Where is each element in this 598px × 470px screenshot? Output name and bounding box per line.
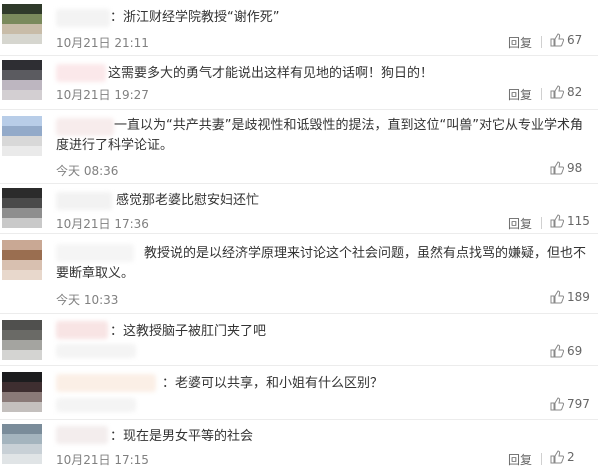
- username-blurred: [56, 321, 108, 339]
- like-count: 189: [567, 290, 590, 304]
- like-count: 82: [567, 85, 583, 99]
- comment-item: ：老婆可以共享，和小姐有什么区别？ 797: [0, 366, 598, 420]
- like-count: 69: [567, 344, 583, 358]
- like-button[interactable]: 2: [550, 450, 575, 464]
- comment-item: 教授说的是以经济学原理来讨论这个社会问题，虽然有点找骂的嫌疑，但也不要断章取义。…: [0, 234, 598, 314]
- reply-button[interactable]: 回复: [508, 86, 532, 103]
- divider: [541, 88, 542, 100]
- divider: [541, 453, 542, 465]
- username-blurred: [56, 64, 106, 82]
- like-count: 797: [567, 397, 590, 411]
- like-button[interactable]: 797: [550, 397, 590, 411]
- comment-item: 一直以为“共产共妻”是歧视性和诋毁性的提法，直到这位“叫兽”对它从专业学术角度进…: [0, 110, 598, 184]
- thumbs-up-icon: [550, 85, 564, 99]
- like-button[interactable]: 115: [550, 214, 590, 228]
- like-button[interactable]: 82: [550, 85, 582, 99]
- comment-time: 10月21日 17:36: [56, 217, 149, 231]
- reply-button[interactable]: 回复: [508, 34, 532, 51]
- divider: [541, 217, 542, 229]
- avatar[interactable]: [2, 372, 42, 412]
- comment-text: 感觉那老婆比慰安妇还忙: [116, 193, 260, 208]
- comment-item: ：现在是男女平等的社会 10月21日 17:15 回复 2: [0, 420, 598, 470]
- like-button[interactable]: 189: [550, 290, 590, 304]
- comment-text: ：浙江财经学院教授“谢作死”: [110, 10, 280, 25]
- comment-time: 10月21日 19:27: [56, 88, 149, 102]
- comment-text: ：现在是男女平等的社会: [110, 429, 254, 444]
- comment-item: 这需要多大的勇气才能说出这样有见地的话啊！狗日的！ 10月21日 19:27 回…: [0, 56, 598, 110]
- comment-item: 感觉那老婆比慰安妇还忙 10月21日 17:36 回复 115: [0, 184, 598, 234]
- comment-item: ：这教授脑子被肛门夹了吧 69: [0, 314, 598, 366]
- like-button[interactable]: 98: [550, 161, 582, 175]
- comment-time: 10月21日 21:11: [56, 36, 149, 50]
- comment-time-blurred: [56, 344, 136, 358]
- comment-item: ：浙江财经学院教授“谢作死” 10月21日 21:11 回复 67: [0, 0, 598, 56]
- thumbs-up-icon: [550, 344, 564, 358]
- username-blurred: [56, 426, 108, 444]
- comment-text: 教授说的是以经济学原理来讨论这个社会问题，虽然有点找骂的嫌疑，但也不要断章取义。: [56, 246, 587, 281]
- reply-button[interactable]: 回复: [508, 451, 532, 468]
- avatar[interactable]: [2, 4, 42, 44]
- like-button[interactable]: 69: [550, 344, 582, 358]
- comment-text: ：这教授脑子被肛门夹了吧: [110, 324, 267, 339]
- thumbs-up-icon: [550, 214, 564, 228]
- comment-time-blurred: [56, 398, 136, 412]
- reply-button[interactable]: 回复: [508, 215, 532, 232]
- comment-text: ：老婆可以共享，和小姐有什么区别？: [162, 376, 384, 391]
- avatar[interactable]: [2, 424, 42, 464]
- like-button[interactable]: 67: [550, 33, 582, 47]
- thumbs-up-icon: [550, 290, 564, 304]
- avatar[interactable]: [2, 60, 42, 100]
- avatar[interactable]: [2, 240, 42, 280]
- thumbs-up-icon: [550, 450, 564, 464]
- comment-time: 今天 08:36: [56, 164, 119, 178]
- avatar[interactable]: [2, 188, 42, 228]
- divider: [541, 36, 542, 48]
- username-blurred: [56, 192, 112, 210]
- username-blurred: [56, 9, 110, 27]
- like-count: 98: [567, 161, 583, 175]
- like-count: 115: [567, 214, 590, 228]
- thumbs-up-icon: [550, 397, 564, 411]
- comment-text: 这需要多大的勇气才能说出这样有见地的话啊！狗日的！: [108, 66, 434, 81]
- like-count: 67: [567, 33, 583, 47]
- thumbs-up-icon: [550, 33, 564, 47]
- like-count: 2: [567, 450, 575, 464]
- avatar[interactable]: [2, 320, 42, 360]
- comment-time: 今天 10:33: [56, 293, 119, 307]
- username-blurred: [56, 374, 156, 392]
- thumbs-up-icon: [550, 161, 564, 175]
- avatar[interactable]: [2, 116, 42, 156]
- comment-time: 10月21日 17:15: [56, 453, 149, 467]
- comment-text: 一直以为“共产共妻”是歧视性和诋毁性的提法，直到这位“叫兽”对它从专业学术角度进…: [56, 118, 583, 153]
